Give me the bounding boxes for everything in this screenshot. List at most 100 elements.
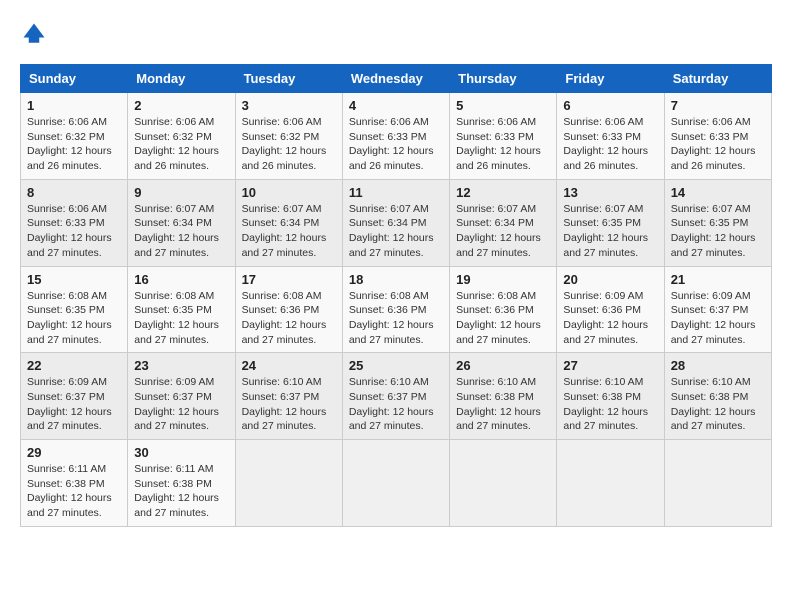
calendar-cell: 20 Sunrise: 6:09 AM Sunset: 6:36 PM Dayl… xyxy=(557,266,664,353)
calendar-cell xyxy=(235,440,342,527)
day-info: Sunrise: 6:06 AM Sunset: 6:32 PM Dayligh… xyxy=(242,115,336,174)
day-number: 5 xyxy=(456,98,550,113)
day-number: 27 xyxy=(563,358,657,373)
day-info: Sunrise: 6:06 AM Sunset: 6:33 PM Dayligh… xyxy=(671,115,765,174)
column-header-thursday: Thursday xyxy=(450,65,557,93)
calendar-cell: 7 Sunrise: 6:06 AM Sunset: 6:33 PM Dayli… xyxy=(664,93,771,180)
day-info: Sunrise: 6:09 AM Sunset: 6:37 PM Dayligh… xyxy=(27,375,121,434)
calendar-cell: 26 Sunrise: 6:10 AM Sunset: 6:38 PM Dayl… xyxy=(450,353,557,440)
column-header-saturday: Saturday xyxy=(664,65,771,93)
day-info: Sunrise: 6:06 AM Sunset: 6:33 PM Dayligh… xyxy=(27,202,121,261)
calendar-cell: 30 Sunrise: 6:11 AM Sunset: 6:38 PM Dayl… xyxy=(128,440,235,527)
calendar-cell: 16 Sunrise: 6:08 AM Sunset: 6:35 PM Dayl… xyxy=(128,266,235,353)
day-info: Sunrise: 6:08 AM Sunset: 6:36 PM Dayligh… xyxy=(242,289,336,348)
calendar-cell: 24 Sunrise: 6:10 AM Sunset: 6:37 PM Dayl… xyxy=(235,353,342,440)
calendar-cell: 25 Sunrise: 6:10 AM Sunset: 6:37 PM Dayl… xyxy=(342,353,449,440)
day-number: 24 xyxy=(242,358,336,373)
day-info: Sunrise: 6:06 AM Sunset: 6:33 PM Dayligh… xyxy=(456,115,550,174)
calendar-cell xyxy=(450,440,557,527)
day-number: 11 xyxy=(349,185,443,200)
calendar-cell: 27 Sunrise: 6:10 AM Sunset: 6:38 PM Dayl… xyxy=(557,353,664,440)
day-info: Sunrise: 6:10 AM Sunset: 6:38 PM Dayligh… xyxy=(671,375,765,434)
day-number: 30 xyxy=(134,445,228,460)
day-number: 15 xyxy=(27,272,121,287)
day-info: Sunrise: 6:06 AM Sunset: 6:33 PM Dayligh… xyxy=(563,115,657,174)
calendar-cell: 2 Sunrise: 6:06 AM Sunset: 6:32 PM Dayli… xyxy=(128,93,235,180)
column-header-monday: Monday xyxy=(128,65,235,93)
column-header-sunday: Sunday xyxy=(21,65,128,93)
calendar-cell: 28 Sunrise: 6:10 AM Sunset: 6:38 PM Dayl… xyxy=(664,353,771,440)
calendar-cell: 6 Sunrise: 6:06 AM Sunset: 6:33 PM Dayli… xyxy=(557,93,664,180)
calendar-week-2: 8 Sunrise: 6:06 AM Sunset: 6:33 PM Dayli… xyxy=(21,179,772,266)
day-number: 29 xyxy=(27,445,121,460)
day-info: Sunrise: 6:09 AM Sunset: 6:37 PM Dayligh… xyxy=(671,289,765,348)
day-info: Sunrise: 6:06 AM Sunset: 6:32 PM Dayligh… xyxy=(27,115,121,174)
page-header xyxy=(20,20,772,48)
day-number: 21 xyxy=(671,272,765,287)
calendar-cell xyxy=(664,440,771,527)
calendar-cell: 23 Sunrise: 6:09 AM Sunset: 6:37 PM Dayl… xyxy=(128,353,235,440)
calendar-cell: 14 Sunrise: 6:07 AM Sunset: 6:35 PM Dayl… xyxy=(664,179,771,266)
calendar-week-3: 15 Sunrise: 6:08 AM Sunset: 6:35 PM Dayl… xyxy=(21,266,772,353)
calendar-cell: 10 Sunrise: 6:07 AM Sunset: 6:34 PM Dayl… xyxy=(235,179,342,266)
calendar-cell: 11 Sunrise: 6:07 AM Sunset: 6:34 PM Dayl… xyxy=(342,179,449,266)
day-info: Sunrise: 6:10 AM Sunset: 6:37 PM Dayligh… xyxy=(349,375,443,434)
day-number: 18 xyxy=(349,272,443,287)
day-number: 19 xyxy=(456,272,550,287)
calendar-week-5: 29 Sunrise: 6:11 AM Sunset: 6:38 PM Dayl… xyxy=(21,440,772,527)
day-number: 10 xyxy=(242,185,336,200)
day-number: 14 xyxy=(671,185,765,200)
day-number: 26 xyxy=(456,358,550,373)
calendar-cell: 13 Sunrise: 6:07 AM Sunset: 6:35 PM Dayl… xyxy=(557,179,664,266)
day-number: 8 xyxy=(27,185,121,200)
day-info: Sunrise: 6:09 AM Sunset: 6:36 PM Dayligh… xyxy=(563,289,657,348)
day-number: 25 xyxy=(349,358,443,373)
day-number: 6 xyxy=(563,98,657,113)
day-info: Sunrise: 6:07 AM Sunset: 6:35 PM Dayligh… xyxy=(563,202,657,261)
day-number: 1 xyxy=(27,98,121,113)
calendar-week-1: 1 Sunrise: 6:06 AM Sunset: 6:32 PM Dayli… xyxy=(21,93,772,180)
day-number: 22 xyxy=(27,358,121,373)
calendar-header-row: SundayMondayTuesdayWednesdayThursdayFrid… xyxy=(21,65,772,93)
day-info: Sunrise: 6:07 AM Sunset: 6:34 PM Dayligh… xyxy=(134,202,228,261)
calendar-cell: 19 Sunrise: 6:08 AM Sunset: 6:36 PM Dayl… xyxy=(450,266,557,353)
day-number: 2 xyxy=(134,98,228,113)
day-number: 4 xyxy=(349,98,443,113)
calendar-cell: 29 Sunrise: 6:11 AM Sunset: 6:38 PM Dayl… xyxy=(21,440,128,527)
day-info: Sunrise: 6:07 AM Sunset: 6:34 PM Dayligh… xyxy=(349,202,443,261)
day-number: 7 xyxy=(671,98,765,113)
column-header-wednesday: Wednesday xyxy=(342,65,449,93)
calendar-cell: 22 Sunrise: 6:09 AM Sunset: 6:37 PM Dayl… xyxy=(21,353,128,440)
day-info: Sunrise: 6:08 AM Sunset: 6:36 PM Dayligh… xyxy=(456,289,550,348)
day-info: Sunrise: 6:10 AM Sunset: 6:37 PM Dayligh… xyxy=(242,375,336,434)
day-number: 13 xyxy=(563,185,657,200)
day-info: Sunrise: 6:06 AM Sunset: 6:33 PM Dayligh… xyxy=(349,115,443,174)
day-info: Sunrise: 6:08 AM Sunset: 6:35 PM Dayligh… xyxy=(134,289,228,348)
calendar-cell: 1 Sunrise: 6:06 AM Sunset: 6:32 PM Dayli… xyxy=(21,93,128,180)
day-info: Sunrise: 6:08 AM Sunset: 6:35 PM Dayligh… xyxy=(27,289,121,348)
calendar-cell xyxy=(342,440,449,527)
day-info: Sunrise: 6:08 AM Sunset: 6:36 PM Dayligh… xyxy=(349,289,443,348)
calendar-cell: 17 Sunrise: 6:08 AM Sunset: 6:36 PM Dayl… xyxy=(235,266,342,353)
calendar-cell: 4 Sunrise: 6:06 AM Sunset: 6:33 PM Dayli… xyxy=(342,93,449,180)
day-number: 16 xyxy=(134,272,228,287)
day-number: 3 xyxy=(242,98,336,113)
calendar-cell: 8 Sunrise: 6:06 AM Sunset: 6:33 PM Dayli… xyxy=(21,179,128,266)
calendar-table: SundayMondayTuesdayWednesdayThursdayFrid… xyxy=(20,64,772,527)
day-info: Sunrise: 6:07 AM Sunset: 6:34 PM Dayligh… xyxy=(456,202,550,261)
calendar-cell xyxy=(557,440,664,527)
calendar-cell: 21 Sunrise: 6:09 AM Sunset: 6:37 PM Dayl… xyxy=(664,266,771,353)
calendar-body: 1 Sunrise: 6:06 AM Sunset: 6:32 PM Dayli… xyxy=(21,93,772,527)
day-info: Sunrise: 6:11 AM Sunset: 6:38 PM Dayligh… xyxy=(134,462,228,521)
day-info: Sunrise: 6:06 AM Sunset: 6:32 PM Dayligh… xyxy=(134,115,228,174)
calendar-cell: 9 Sunrise: 6:07 AM Sunset: 6:34 PM Dayli… xyxy=(128,179,235,266)
calendar-header: SundayMondayTuesdayWednesdayThursdayFrid… xyxy=(21,65,772,93)
column-header-tuesday: Tuesday xyxy=(235,65,342,93)
calendar-week-4: 22 Sunrise: 6:09 AM Sunset: 6:37 PM Dayl… xyxy=(21,353,772,440)
calendar-cell: 18 Sunrise: 6:08 AM Sunset: 6:36 PM Dayl… xyxy=(342,266,449,353)
day-info: Sunrise: 6:07 AM Sunset: 6:35 PM Dayligh… xyxy=(671,202,765,261)
logo-icon xyxy=(20,20,48,48)
column-header-friday: Friday xyxy=(557,65,664,93)
day-info: Sunrise: 6:11 AM Sunset: 6:38 PM Dayligh… xyxy=(27,462,121,521)
day-number: 17 xyxy=(242,272,336,287)
